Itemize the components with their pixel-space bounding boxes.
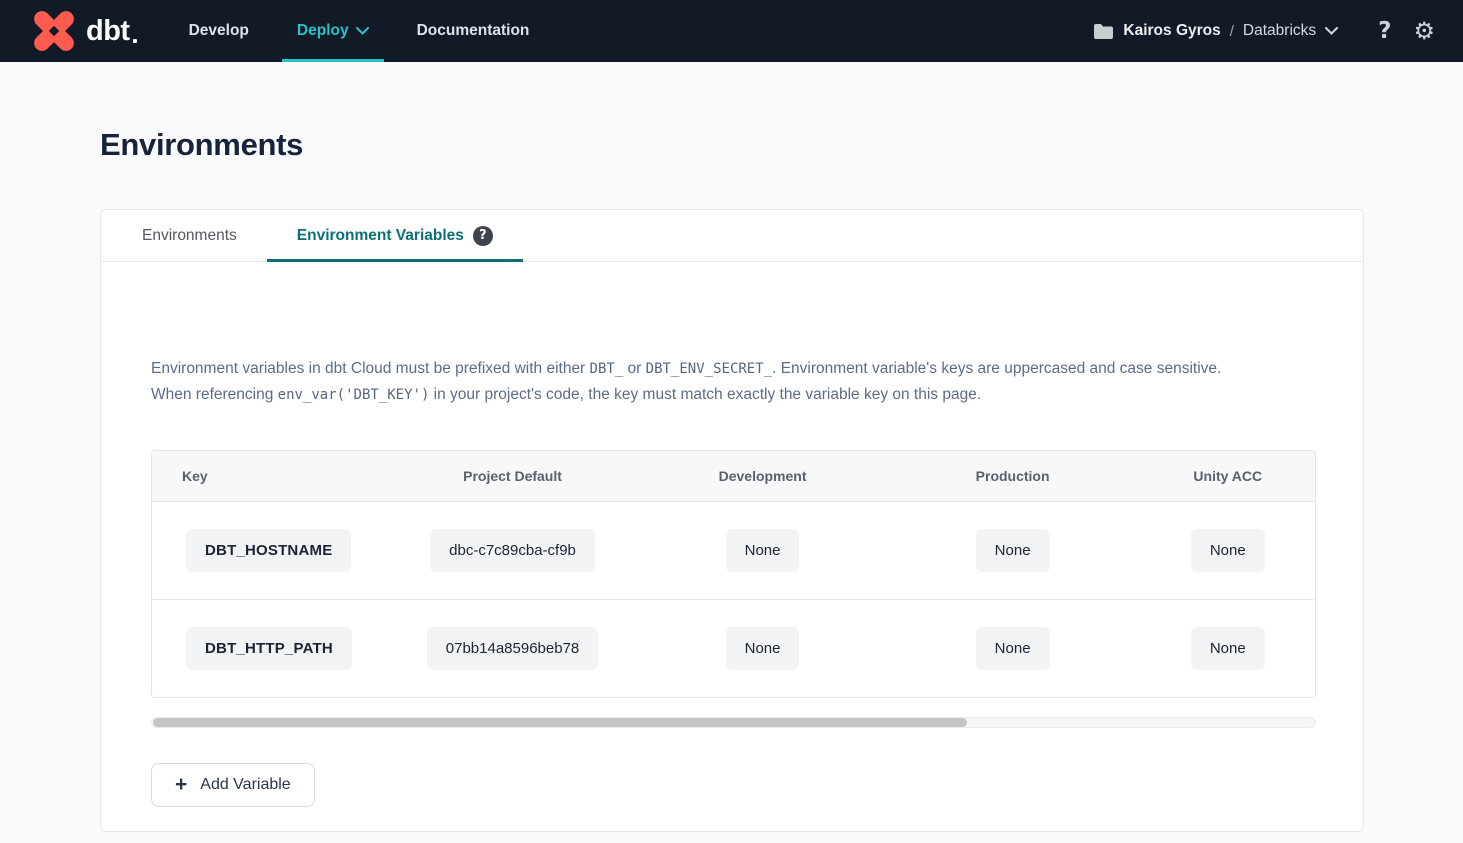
column-header-development: Development bbox=[640, 451, 884, 501]
variable-value-pill[interactable]: None bbox=[726, 627, 800, 670]
nav-right: Kairos Gyros / Databricks ? ⚙ bbox=[1093, 0, 1435, 62]
variable-value-pill[interactable]: None bbox=[1191, 627, 1265, 670]
plus-icon: + bbox=[175, 774, 187, 795]
variables-table: KeyProject DefaultDevelopmentProductionU… bbox=[152, 451, 1315, 697]
variable-value-pill[interactable]: None bbox=[1191, 529, 1265, 572]
chevron-down-icon bbox=[356, 27, 369, 35]
variable-value-pill[interactable]: None bbox=[726, 529, 800, 572]
horizontal-scrollbar[interactable] bbox=[151, 717, 1316, 728]
table-body: DBT_HOSTNAME dbc-c7c89cba-cf9b None None Non… bbox=[152, 501, 1315, 697]
variable-key-pill[interactable]: DBT_HOSTNAME bbox=[186, 529, 351, 572]
description-segment: . Environment variable's keys are upperc… bbox=[772, 360, 1221, 377]
page-title: Environments bbox=[100, 128, 1364, 162]
nav-item-label: Develop bbox=[189, 22, 249, 40]
active-nav-underline bbox=[282, 59, 384, 62]
gear-icon[interactable]: ⚙ bbox=[1413, 19, 1435, 43]
nav-item-documentation[interactable]: Documentation bbox=[402, 0, 545, 62]
tab-label: Environment Variables bbox=[297, 227, 464, 245]
account-switcher[interactable]: Kairos Gyros / Databricks bbox=[1093, 22, 1338, 40]
variable-value-pill[interactable]: 07bb14a8596beb78 bbox=[427, 627, 598, 670]
primary-nav: Develop Deploy Documentation bbox=[174, 0, 545, 62]
column-header-unity-acc: Unity ACC bbox=[1141, 451, 1315, 501]
tab-label: Environments bbox=[142, 227, 237, 245]
top-nav: dbt Develop Deploy Documentation Kairos … bbox=[0, 0, 1463, 62]
page-content: Environments Environments Environment Va… bbox=[0, 128, 1463, 832]
nav-item-label: Deploy bbox=[297, 22, 349, 40]
breadcrumb-separator: / bbox=[1230, 23, 1234, 40]
description-segment: Environment variables in dbt Cloud must … bbox=[151, 360, 590, 377]
code-snippet: env_var('DBT_KEY') bbox=[278, 387, 430, 403]
description-segment: or bbox=[623, 360, 645, 377]
description-segment: in your project's code, the key must mat… bbox=[429, 386, 981, 403]
tab-environment-variables[interactable]: Environment Variables ? bbox=[267, 210, 523, 261]
variable-value-pill[interactable]: dbc-c7c89cba-cf9b bbox=[430, 529, 595, 572]
help-icon[interactable]: ? bbox=[1378, 18, 1391, 44]
tab-bar: Environments Environment Variables ? bbox=[101, 210, 1363, 262]
column-header-key: Key bbox=[152, 451, 385, 501]
description-text: Environment variables in dbt Cloud must … bbox=[151, 356, 1316, 408]
code-snippet: DBT_ bbox=[590, 361, 624, 377]
nav-item-develop[interactable]: Develop bbox=[174, 0, 264, 62]
chevron-down-icon bbox=[1325, 27, 1338, 35]
table-header-row: KeyProject DefaultDevelopmentProductionU… bbox=[152, 451, 1315, 501]
card-body: Environment variables in dbt Cloud must … bbox=[101, 356, 1363, 807]
add-variable-button[interactable]: + Add Variable bbox=[151, 763, 315, 807]
code-snippet: DBT_ENV_SECRET_ bbox=[646, 361, 772, 377]
project-name: Kairos Gyros bbox=[1123, 22, 1220, 40]
variable-value-pill[interactable]: None bbox=[976, 529, 1050, 572]
deployment-name: Databricks bbox=[1243, 22, 1316, 40]
column-header-production: Production bbox=[885, 451, 1141, 501]
dbt-logo[interactable]: dbt bbox=[28, 0, 130, 62]
variable-key-pill[interactable]: DBT_HTTP_PATH bbox=[186, 627, 352, 670]
table-row: DBT_HTTP_PATH 07bb14a8596beb78 None None Non… bbox=[152, 599, 1315, 697]
tab-environments[interactable]: Environments bbox=[112, 210, 267, 261]
column-header-project-default: Project Default bbox=[385, 451, 641, 501]
nav-item-label: Documentation bbox=[417, 22, 530, 40]
brand-name: dbt bbox=[86, 15, 130, 48]
folder-icon bbox=[1093, 23, 1114, 40]
tab-help-icon[interactable]: ? bbox=[473, 226, 493, 246]
dbt-logo-icon bbox=[28, 8, 80, 54]
environments-card: Environments Environment Variables ? Env… bbox=[100, 209, 1364, 832]
description-segment: When referencing bbox=[151, 386, 278, 403]
active-tab-underline bbox=[267, 259, 523, 262]
variables-table-container: KeyProject DefaultDevelopmentProductionU… bbox=[151, 450, 1316, 698]
table-row: DBT_HOSTNAME dbc-c7c89cba-cf9b None None Non… bbox=[152, 501, 1315, 599]
variable-value-pill[interactable]: None bbox=[976, 627, 1050, 670]
nav-item-deploy[interactable]: Deploy bbox=[282, 0, 384, 62]
add-variable-label: Add Variable bbox=[200, 776, 290, 794]
scrollbar-thumb[interactable] bbox=[153, 718, 967, 727]
